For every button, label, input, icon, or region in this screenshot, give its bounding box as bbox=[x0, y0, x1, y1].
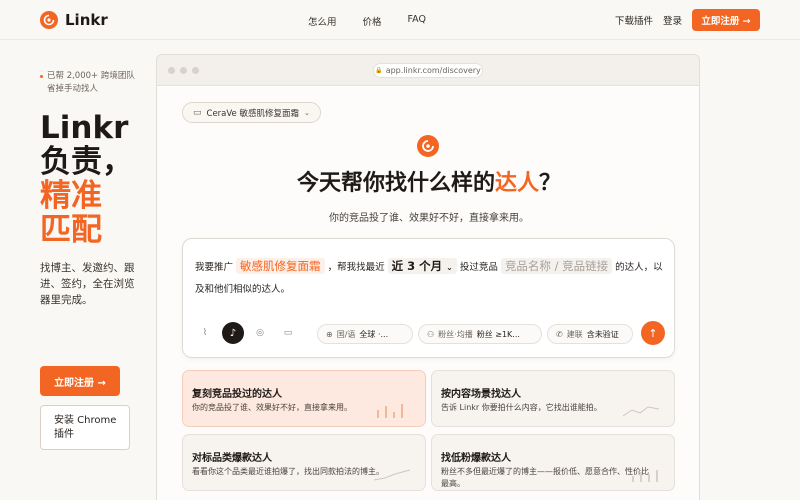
period-select[interactable]: 近 3 个月 ⌄ bbox=[387, 258, 457, 274]
hero-description: 找博主、发邀约、跟进、签约，全在浏览器里完成。 bbox=[40, 262, 135, 306]
card-title: 找低粉爆款达人 bbox=[441, 453, 511, 464]
hero-title-line1: Linkr bbox=[40, 110, 129, 146]
nav-link-how[interactable]: 怎么用 bbox=[308, 14, 337, 28]
hero: 已帮 2,000+ 跨境团队省掉手动找人 Linkr 负责， 精准 匹配 找博主… bbox=[40, 70, 140, 308]
chevron-down-icon: ⌄ bbox=[446, 263, 453, 272]
discovery-view: ▭ CeraVe 敏感肌修复面霜 ⌄ 今天帮你找什么样的达人？ 你的竞品投了谁、… bbox=[157, 87, 699, 500]
hero-tagline: 已帮 2,000+ 跨境团队省掉手动找人 bbox=[40, 70, 140, 96]
instagram-icon[interactable]: ◎ bbox=[250, 323, 270, 343]
composer-toolbar: ⌇ ♪ ◎ ▭ ⊕ 国/语 全球 ·... ⚇ 粉丝·均播 粉丝 ≥1K... … bbox=[195, 321, 665, 345]
hero-title-line4: 匹配 bbox=[40, 212, 102, 248]
trend-decoration bbox=[622, 406, 660, 417]
brand[interactable]: Linkr bbox=[40, 11, 108, 29]
bullet-dot bbox=[40, 75, 43, 78]
scenario-card[interactable]: 对标品类爆款达人 看看你这个品类最近谁拍爆了，找出同款拍法的博主。 bbox=[182, 434, 426, 491]
trend-decoration bbox=[373, 469, 411, 481]
bars-decoration bbox=[377, 404, 403, 418]
contact-icon: ✆ bbox=[556, 329, 563, 339]
logo-icon bbox=[40, 11, 58, 29]
nav-actions: 下载插件 登录 立即注册 → bbox=[615, 9, 760, 31]
discovery-subline: 你的竞品投了谁、效果好不好，直接拿来用。 bbox=[329, 213, 529, 224]
nav-link-pricing[interactable]: 价格 bbox=[363, 14, 382, 28]
hero-title: Linkr 负责， 精准 匹配 bbox=[40, 111, 140, 247]
youtube-icon[interactable]: ▭ bbox=[278, 323, 298, 343]
folder-icon: ▭ bbox=[193, 107, 202, 118]
download-plugin-link[interactable]: 下载插件 bbox=[615, 13, 653, 27]
contact-filter[interactable]: ✆ 建联 含未验证 bbox=[547, 324, 633, 344]
card-title: 对标品类爆款达人 bbox=[192, 453, 272, 464]
headline-end: ？ bbox=[539, 171, 562, 196]
card-description: 粉丝不多但最近爆了的博主——报价低、愿意合作、性价比最高。 bbox=[441, 467, 649, 488]
bars-decoration bbox=[632, 470, 658, 482]
period-value: 近 3 个月 bbox=[391, 259, 443, 273]
signup-button[interactable]: 立即注册 → bbox=[692, 9, 760, 31]
product-selector-label: CeraVe 敏感肌修复面霜 bbox=[206, 108, 299, 119]
hero-tagline-text: 已帮 2,000+ 跨境团队省掉手动找人 bbox=[47, 71, 135, 94]
nav-link-faq[interactable]: FAQ bbox=[408, 14, 426, 28]
tiktok-icon[interactable]: ♪ bbox=[222, 322, 244, 344]
headline-text: 今天帮你找什么样的 bbox=[296, 171, 495, 196]
hero-title-line3: 精准 bbox=[40, 178, 102, 214]
nav-links: 怎么用 价格 FAQ bbox=[308, 14, 452, 28]
window-dots bbox=[168, 67, 204, 74]
search-composer: 我要推广 敏感肌修复面霜 ，帮我找最近 近 3 个月 ⌄ 投过竞品 竞品名称 /… bbox=[182, 238, 675, 358]
country-language-filter[interactable]: ⊕ 国/语 全球 ·... bbox=[317, 324, 413, 344]
paperclip-icon[interactable]: ⌇ bbox=[195, 323, 215, 343]
browser-mockup: 🔒 app.linkr.com/discovery ▭ CeraVe 敏感肌修复… bbox=[156, 54, 700, 500]
scenario-card[interactable]: 找低粉爆款达人 粉丝不多但最近爆了的博主——报价低、愿意合作、性价比最高。 bbox=[431, 434, 675, 491]
globe-icon: ⊕ bbox=[326, 329, 333, 339]
followers-icon: ⚇ bbox=[427, 329, 435, 339]
hero-title-line2: 负责， bbox=[40, 144, 133, 180]
followers-filter[interactable]: ⚇ 粉丝·均播 粉丝 ≥1K... bbox=[418, 324, 542, 344]
send-arrow-icon[interactable]: ↑ bbox=[641, 321, 665, 345]
brand-name: Linkr bbox=[65, 11, 108, 29]
hero-signup-button[interactable]: 立即注册 → bbox=[40, 366, 120, 396]
chevron-down-icon: ⌄ bbox=[303, 108, 310, 117]
discovery-headline: 今天帮你找什么样的达人？ bbox=[157, 165, 699, 197]
install-chrome-button[interactable]: 安装 Chrome 插件 bbox=[40, 405, 130, 450]
filter-value: 全球 ·... bbox=[359, 329, 389, 339]
composer-text: 投过竞品 bbox=[459, 262, 498, 273]
logo-icon bbox=[417, 135, 439, 157]
headline-highlight: 达人 bbox=[494, 171, 539, 196]
composer-text: ，帮我找最近 bbox=[327, 262, 385, 273]
top-nav: Linkr 怎么用 价格 FAQ 下载插件 登录 立即注册 → bbox=[0, 0, 800, 40]
filter-value: 粉丝 ≥1K... bbox=[476, 329, 520, 339]
login-link[interactable]: 登录 bbox=[663, 13, 682, 27]
product-input[interactable]: 敏感肌修复面霜 bbox=[236, 258, 325, 274]
lock-icon: 🔒 bbox=[375, 67, 383, 74]
composer-text: 我要推广 bbox=[195, 262, 234, 273]
card-title: 按内容场景找达人 bbox=[441, 389, 521, 400]
card-title: 复刻竞品投过的达人 bbox=[192, 389, 282, 400]
scenario-card[interactable]: 按内容场景找达人 告诉 Linkr 你要拍什么内容，它找出谁能拍。 bbox=[431, 370, 675, 427]
filter-label: 建联 bbox=[566, 329, 583, 339]
address-bar[interactable]: 🔒 app.linkr.com/discovery bbox=[373, 63, 483, 78]
composer-sentence: 我要推广 敏感肌修复面霜 ，帮我找最近 近 3 个月 ⌄ 投过竞品 竞品名称 /… bbox=[195, 255, 665, 301]
product-selector[interactable]: ▭ CeraVe 敏感肌修复面霜 ⌄ bbox=[182, 102, 321, 123]
browser-chrome: 🔒 app.linkr.com/discovery bbox=[157, 55, 699, 86]
scenario-card[interactable]: 复刻竞品投过的达人 你的竞品投了谁、效果好不好，直接拿来用。 bbox=[182, 370, 426, 427]
competitor-input[interactable]: 竞品名称 / 竞品链接 bbox=[500, 258, 613, 274]
url-text: app.linkr.com/discovery bbox=[385, 66, 481, 75]
filter-label: 国/语 bbox=[336, 329, 356, 339]
filter-value: 含未验证 bbox=[586, 329, 619, 339]
filter-label: 粉丝·均播 bbox=[438, 329, 473, 339]
